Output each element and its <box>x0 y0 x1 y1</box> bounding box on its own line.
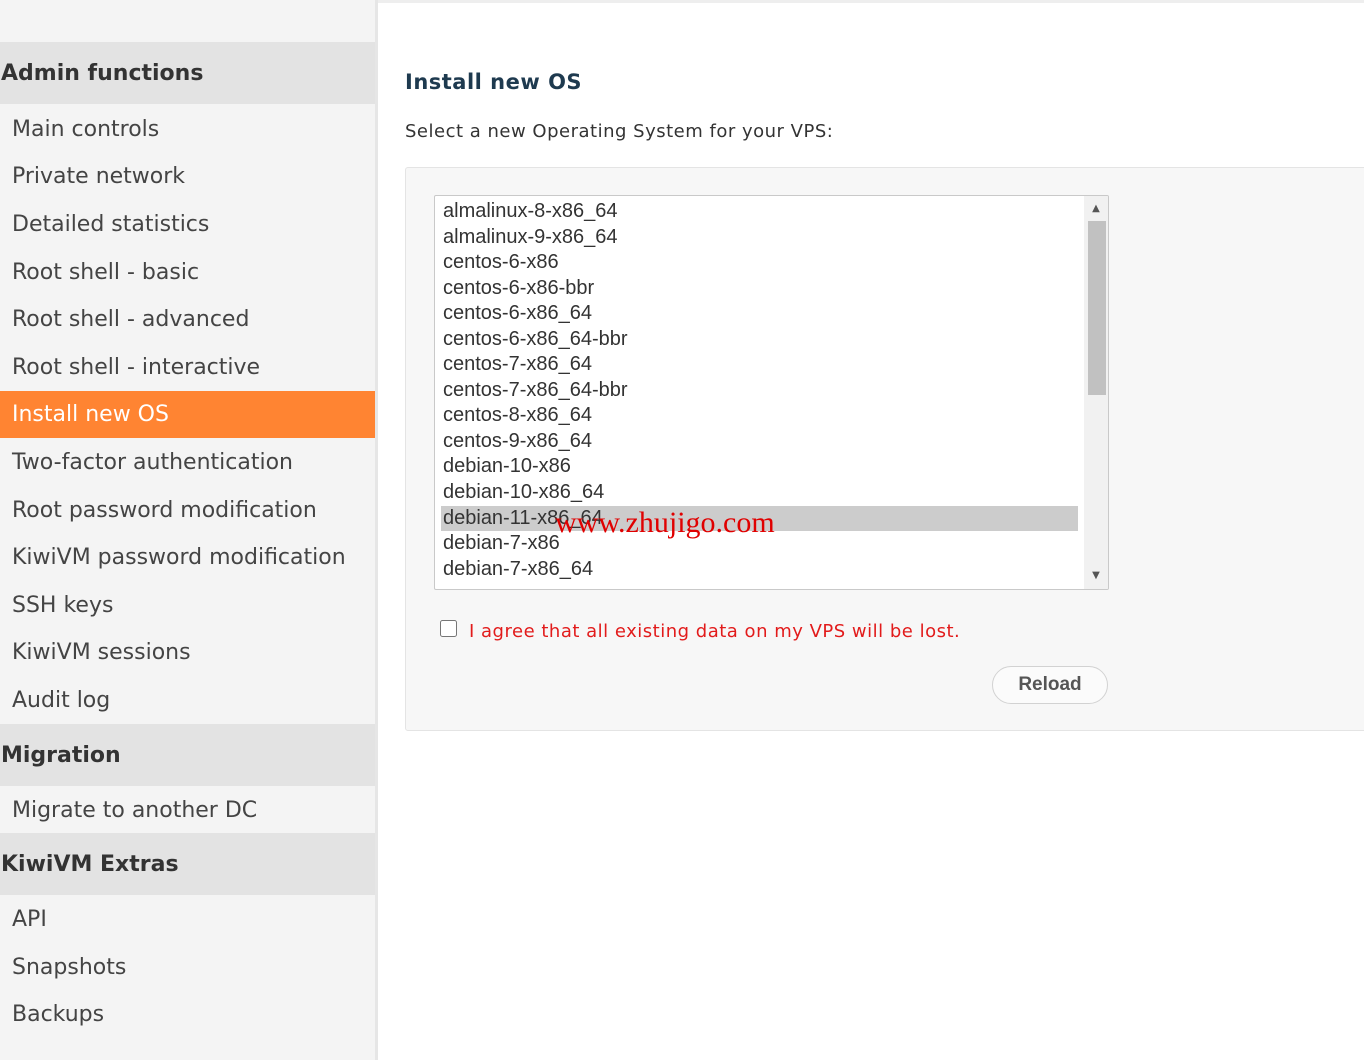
os-option[interactable]: debian-10-x86_64 <box>441 480 1078 505</box>
scroll-up-arrow-icon[interactable]: ▲ <box>1084 198 1108 218</box>
sidebar-item-root-shell-advanced[interactable]: Root shell - advanced <box>0 296 375 343</box>
sidebar-item-two-factor-authentication[interactable]: Two-factor authentication <box>0 439 375 486</box>
agree-label[interactable]: I agree that all existing data on my VPS… <box>469 621 960 642</box>
sidebar-item-root-shell-basic[interactable]: Root shell - basic <box>0 249 375 296</box>
os-select-list[interactable]: almalinux-8-x86_64 almalinux-9-x86_64 ce… <box>434 195 1109 590</box>
os-option[interactable]: centos-6-x86_64-bbr <box>441 327 1078 352</box>
top-border <box>378 0 1364 3</box>
os-option[interactable]: centos-7-x86_64 <box>441 352 1078 377</box>
sidebar: Admin functions Main controls Private ne… <box>0 0 378 1060</box>
sidebar-item-ssh-keys[interactable]: SSH keys <box>0 582 375 629</box>
os-list-scrollbar[interactable]: ▲ ▼ <box>1084 196 1108 589</box>
os-option[interactable]: centos-6-x86_64 <box>441 301 1078 326</box>
os-option[interactable]: centos-6-x86 <box>441 250 1078 275</box>
sidebar-item-kiwivm-password-modification[interactable]: KiwiVM password modification <box>0 534 375 581</box>
os-option[interactable]: debian-10-x86 <box>441 454 1078 479</box>
page-subtitle: Select a new Operating System for your V… <box>405 121 834 142</box>
agree-checkbox[interactable] <box>440 620 457 637</box>
agree-row: I agree that all existing data on my VPS… <box>440 618 960 642</box>
reload-button[interactable]: Reload <box>992 666 1108 704</box>
section-header-admin-functions: Admin functions <box>0 42 375 104</box>
os-option[interactable]: debian-7-x86_64 <box>441 557 1078 582</box>
page-title: Install new OS <box>405 70 583 94</box>
sidebar-item-snapshots[interactable]: Snapshots <box>0 944 375 991</box>
section-header-migration: Migration <box>0 724 375 786</box>
sidebar-item-root-shell-interactive[interactable]: Root shell - interactive <box>0 344 375 391</box>
os-option[interactable]: debian-7-x86 <box>441 531 1078 556</box>
sidebar-item-main-controls[interactable]: Main controls <box>0 106 375 153</box>
os-option[interactable]: centos-9-x86_64 <box>441 429 1078 454</box>
sidebar-item-kiwivm-sessions[interactable]: KiwiVM sessions <box>0 629 375 676</box>
os-option[interactable]: centos-8-x86_64 <box>441 403 1078 428</box>
os-option[interactable]: almalinux-8-x86_64 <box>441 199 1078 224</box>
sidebar-item-api[interactable]: API <box>0 896 375 943</box>
os-option-selected[interactable]: debian-11-x86_64 <box>441 506 1078 531</box>
section-header-kiwivm-extras: KiwiVM Extras <box>0 833 375 895</box>
sidebar-item-detailed-statistics[interactable]: Detailed statistics <box>0 201 375 248</box>
sidebar-item-install-new-os[interactable]: Install new OS <box>0 391 375 438</box>
sidebar-item-migrate-to-another-dc[interactable]: Migrate to another DC <box>0 787 375 834</box>
os-option[interactable]: almalinux-9-x86_64 <box>441 225 1078 250</box>
scroll-down-arrow-icon[interactable]: ▼ <box>1084 565 1108 585</box>
os-option[interactable]: centos-6-x86-bbr <box>441 276 1078 301</box>
scroll-thumb[interactable] <box>1088 221 1106 395</box>
sidebar-item-private-network[interactable]: Private network <box>0 153 375 200</box>
sidebar-item-backups[interactable]: Backups <box>0 991 375 1038</box>
sidebar-item-audit-log[interactable]: Audit log <box>0 677 375 724</box>
sidebar-item-root-password-modification[interactable]: Root password modification <box>0 487 375 534</box>
os-option[interactable]: centos-7-x86_64-bbr <box>441 378 1078 403</box>
